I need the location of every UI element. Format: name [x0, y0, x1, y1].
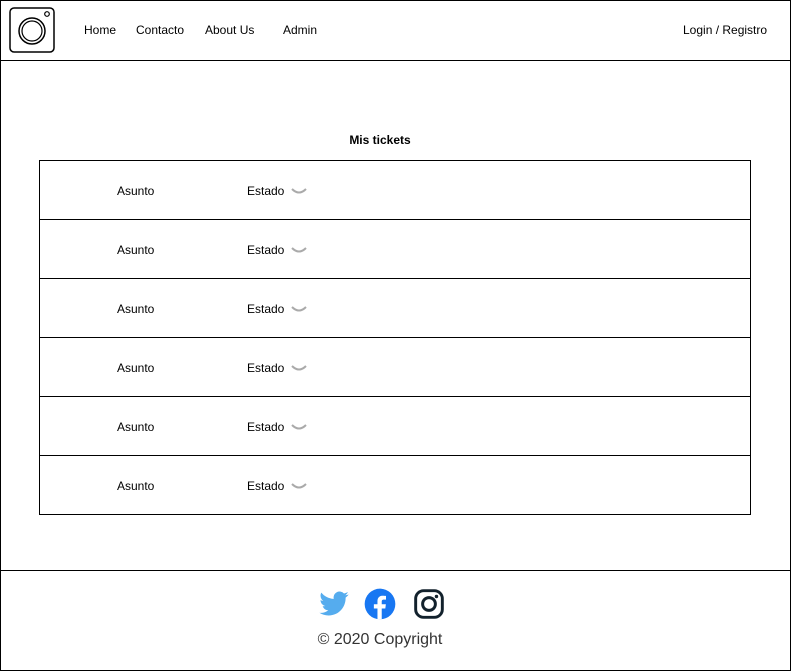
chevron-down-icon[interactable] [291, 423, 307, 431]
instagram-icon[interactable] [413, 588, 445, 620]
header: Home Contacto About Us Admin Login / Reg… [0, 0, 791, 61]
ticket-row[interactable]: Asunto Estado [39, 455, 751, 515]
nav-about-link[interactable]: About Us [205, 23, 254, 37]
ticket-estado: Estado [247, 420, 285, 434]
ticket-row[interactable]: Asunto Estado [39, 337, 751, 397]
copyright-text: © 2020 Copyright [317, 631, 443, 648]
facebook-icon[interactable] [364, 588, 396, 620]
ticket-asunto: Asunto [117, 479, 155, 493]
ticket-asunto: Asunto [117, 184, 155, 198]
chevron-down-icon[interactable] [291, 305, 307, 313]
ticket-estado: Estado [247, 243, 285, 257]
camera-logo-icon[interactable] [9, 7, 55, 53]
ticket-estado: Estado [247, 361, 285, 375]
ticket-row[interactable]: Asunto Estado [39, 160, 751, 220]
nav-contacto-link[interactable]: Contacto [136, 23, 184, 37]
ticket-row[interactable]: Asunto Estado [39, 278, 751, 338]
ticket-row[interactable]: Asunto Estado [39, 219, 751, 279]
ticket-estado: Estado [247, 184, 285, 198]
ticket-asunto: Asunto [117, 361, 155, 375]
ticket-row[interactable]: Asunto Estado [39, 396, 751, 456]
chevron-down-icon[interactable] [291, 364, 307, 372]
ticket-asunto: Asunto [117, 302, 155, 316]
ticket-estado: Estado [247, 302, 285, 316]
twitter-icon[interactable] [318, 588, 350, 620]
page-title: Mis tickets [349, 133, 411, 147]
ticket-asunto: Asunto [117, 243, 155, 257]
ticket-estado: Estado [247, 479, 285, 493]
tickets-list: Asunto Estado Asunto Estado Asunto Estad… [39, 160, 751, 515]
login-register-link[interactable]: Login / Registro [683, 23, 767, 37]
footer [0, 570, 791, 671]
nav-home-link[interactable]: Home [84, 23, 116, 37]
chevron-down-icon[interactable] [291, 482, 307, 490]
chevron-down-icon[interactable] [291, 246, 307, 254]
ticket-asunto: Asunto [117, 420, 155, 434]
nav-admin-link[interactable]: Admin [283, 23, 317, 37]
chevron-down-icon[interactable] [291, 187, 307, 195]
